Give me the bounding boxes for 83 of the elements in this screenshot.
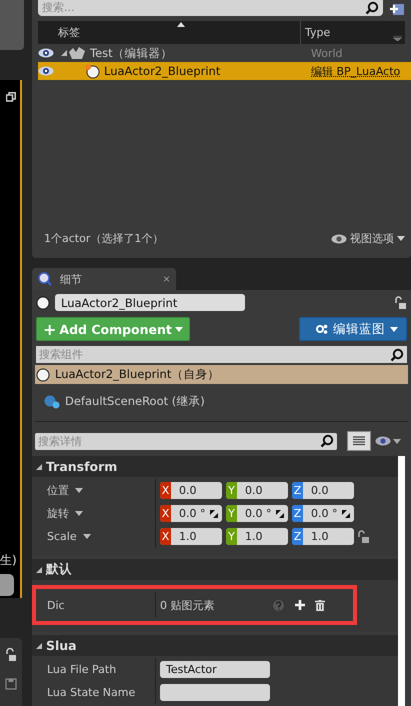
section-title: Transform	[46, 459, 118, 474]
caret-icon[interactable]	[75, 511, 83, 516]
actor-label: LuaActor2_Blueprint	[104, 64, 222, 78]
caret-icon	[397, 236, 405, 241]
type-label: World	[310, 46, 344, 60]
property-label: 旋转	[47, 506, 69, 521]
number-field[interactable]: Y 1.0	[226, 528, 288, 545]
section-title: Slua	[46, 638, 77, 653]
scene-component-icon	[44, 394, 60, 408]
actor-icon	[36, 368, 50, 382]
caret-icon[interactable]	[75, 488, 83, 493]
property-value: 0 贴图元素	[160, 598, 216, 612]
number-field[interactable]: X 0.0	[160, 482, 222, 499]
number-field[interactable]: Z 1.0	[292, 528, 354, 545]
grid-icon	[353, 436, 365, 446]
truncated-label: 生)	[0, 552, 17, 569]
component-row[interactable]: DefaultSceneRoot (继承)	[35, 392, 408, 411]
eye-icon	[375, 436, 391, 446]
property-label: Lua File Path	[47, 663, 116, 676]
unlocked-icon[interactable]	[358, 530, 370, 544]
number-field[interactable]: Y 0.0	[226, 482, 288, 499]
caret-icon	[393, 438, 401, 444]
number-field[interactable]: Z 0.0	[292, 482, 354, 499]
lock-icon[interactable]	[5, 648, 17, 662]
add-folder-icon[interactable]	[389, 2, 405, 16]
visibility-button[interactable]	[375, 436, 401, 446]
scrollbar[interactable]	[398, 456, 405, 706]
actor-icon	[36, 296, 50, 310]
tab-label: 细节	[60, 272, 83, 286]
view-options-button[interactable]: 视图选项	[331, 231, 405, 246]
property-matrix-button[interactable]	[347, 431, 371, 451]
world-icon	[68, 46, 86, 60]
spin-handle-icon[interactable]	[276, 510, 284, 518]
actor-icon	[84, 63, 100, 79]
close-button[interactable]: ×	[162, 272, 170, 286]
restore-icon[interactable]	[6, 92, 16, 102]
save-icon[interactable]	[5, 678, 17, 690]
column-header[interactable]: 标签	[54, 21, 301, 44]
name-field[interactable]: LuaActor2_Blueprint	[55, 294, 245, 311]
section-title: 默认	[46, 561, 72, 578]
search-icon	[390, 348, 404, 362]
number-field[interactable]: Z 0.0 °	[292, 505, 354, 522]
caret-icon[interactable]	[82, 534, 91, 539]
property-label: Dic	[47, 598, 65, 612]
caret-icon	[390, 326, 398, 332]
caret-icon	[174, 326, 183, 332]
number-field[interactable]: X 0.0 °	[160, 505, 222, 522]
side-button[interactable]	[0, 574, 14, 596]
eye-icon[interactable]	[38, 48, 54, 58]
text-field[interactable]	[160, 684, 270, 701]
number-field[interactable]: Y 0.0 °	[226, 505, 288, 522]
type-label[interactable]: 编辑 BP_LuaActo	[307, 64, 411, 78]
eye-icon[interactable]	[38, 66, 54, 76]
actor-count: 1个actor（选择了1个）	[44, 231, 164, 246]
outliner-row[interactable]: LuaActor2_Blueprint 编辑 BP_LuaActo	[38, 62, 411, 80]
column-header[interactable]: Type	[301, 21, 405, 44]
expand-arrow-icon[interactable]	[61, 50, 67, 56]
section-header[interactable]: 默认	[32, 559, 398, 580]
actor-label: Test（编辑器）	[90, 46, 174, 60]
section-header[interactable]: Slua	[32, 635, 398, 656]
number-field[interactable]: X 1.0	[160, 528, 222, 545]
info-magnifier-icon	[38, 272, 52, 286]
search-icon	[365, 0, 379, 14]
plus-icon[interactable]	[295, 600, 305, 610]
trash-icon[interactable]	[315, 600, 325, 610]
side-panel	[0, 0, 24, 50]
details-tab[interactable]: 细节 ×	[32, 268, 176, 290]
spin-handle-icon[interactable]	[342, 510, 350, 518]
outliner-row[interactable]: Test（编辑器） World	[38, 44, 411, 62]
edit-blueprint-button[interactable]: 编辑蓝图	[299, 317, 407, 341]
text-field[interactable]: TestActor	[160, 661, 270, 678]
section-header[interactable]: Transform	[32, 456, 398, 477]
column-menu-icon[interactable]	[393, 36, 402, 41]
sort-arrow-icon	[177, 22, 185, 27]
spin-handle-icon[interactable]	[210, 510, 218, 518]
unlocked-icon[interactable]	[395, 296, 407, 310]
property-label: 位置	[47, 483, 69, 498]
gears-icon	[316, 324, 328, 334]
search-icon	[320, 434, 334, 448]
property-label: Lua State Name	[47, 686, 136, 699]
eye-icon	[331, 234, 347, 244]
property-label: Scale	[47, 530, 77, 543]
component-row[interactable]: LuaActor2_Blueprint（自身）	[35, 365, 408, 384]
